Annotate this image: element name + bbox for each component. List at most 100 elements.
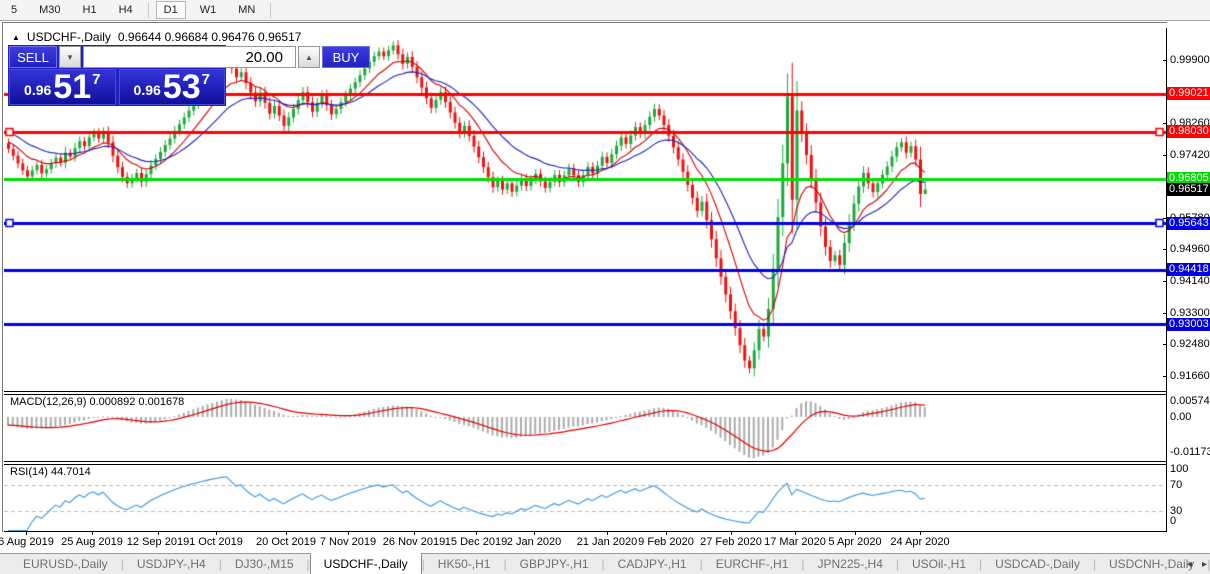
date-tick — [795, 532, 796, 535]
date-label: 21 Jan 2020 — [577, 536, 638, 548]
timeframe-button-d1[interactable]: D1 — [156, 1, 186, 19]
price-tick — [1163, 60, 1167, 61]
date-tick — [26, 532, 27, 535]
price-tick — [1163, 281, 1167, 282]
date-tick — [607, 532, 608, 535]
date-label: 26 Nov 2019 — [383, 536, 445, 548]
date-tick — [731, 532, 732, 535]
date-label: 2 Jan 2020 — [507, 536, 561, 548]
date-label: 7 Nov 2019 — [320, 536, 376, 548]
date-tick — [414, 532, 415, 535]
date-tick — [286, 532, 287, 535]
sell-price-prefix: 0.96 — [24, 82, 51, 98]
date-label: 25 Aug 2019 — [61, 536, 123, 548]
price-tick-label: 0.91660 — [1170, 370, 1210, 382]
buy-price-prefix: 0.96 — [134, 82, 161, 98]
price-tick — [1163, 155, 1167, 156]
tab-usdjpy-h4[interactable]: USDJPY-,H4 — [124, 554, 219, 574]
volume-input[interactable] — [83, 46, 296, 68]
tab-cadjpy-h1[interactable]: CADJPY-,H1 — [605, 554, 700, 574]
macd-panel-divider[interactable] — [4, 391, 1166, 395]
price-tick — [1163, 376, 1167, 377]
application-window: 5 M30 H1 H4 D1 W1 MN ▲ USDCHF-,Daily 0.96644 0… — [0, 0, 1210, 574]
chart-tab-bar: EURUSD-,Daily|USDJPY-,H4|DJ30-,M15|USDCH… — [0, 553, 1210, 574]
date-label: 5 Apr 2020 — [828, 536, 881, 548]
timeframe-button-h4[interactable]: H4 — [111, 1, 141, 19]
indicator-axis-label: 70 — [1170, 479, 1182, 491]
tab-usdchf-daily[interactable]: USDCHF-,Daily — [310, 553, 422, 574]
price-badge: 0.94418 — [1167, 263, 1210, 276]
toolbar-separator — [148, 3, 149, 18]
date-label: 24 Apr 2020 — [890, 536, 949, 548]
tab-hk50-h1[interactable]: HK50-,H1 — [425, 554, 504, 574]
sell-price-main: 51 — [53, 72, 91, 102]
date-axis: 6 Aug 2019 25 Aug 2019 12 Sep 20191 Oct 20… — [0, 532, 1210, 553]
tab-scroll-right-icon[interactable]: ▸ — [1202, 559, 1207, 570]
price-badge: 0.95643 — [1167, 217, 1210, 230]
date-tick — [920, 532, 921, 535]
timeframe-button-w1[interactable]: W1 — [192, 1, 225, 19]
date-label: 15 Dec 2019 — [445, 536, 507, 548]
chart-header: ▲ USDCHF-,Daily 0.96644 0.96684 0.96476 … — [12, 30, 301, 44]
timeframe-button-m30[interactable]: M30 — [31, 1, 68, 19]
date-label: 27 Feb 2020 — [700, 536, 762, 548]
tab-eurusd-daily[interactable]: EURUSD-,Daily — [10, 554, 121, 574]
indicator-axis-label: -0.011738 — [1170, 446, 1210, 458]
date-tick — [666, 532, 667, 535]
tab-eurchf-h1[interactable]: EURCHF-,H1 — [703, 554, 802, 574]
price-badge: 0.98030 — [1167, 125, 1210, 138]
timeframe-toolbar: 5 M30 H1 H4 D1 W1 MN — [0, 0, 1210, 21]
date-tick — [348, 532, 349, 535]
price-badge: 0.93003 — [1167, 318, 1210, 331]
tab-scroll-controls: ◂▸ — [1187, 554, 1207, 574]
date-tick — [158, 532, 159, 535]
tab-usdcad-daily[interactable]: USDCAD-,Daily — [982, 554, 1093, 574]
indicator-axis-label: 0.005744 — [1170, 395, 1210, 407]
date-tick — [92, 532, 93, 535]
sell-price-pip: 7 — [92, 71, 100, 88]
chart-ohlc-values: 0.96644 0.96684 0.96476 0.96517 — [118, 30, 302, 44]
buy-button[interactable]: BUY — [322, 46, 370, 68]
indicator-axis-label: 100 — [1170, 463, 1188, 475]
price-axis: 0.999000.982600.974200.957800.949600.941… — [1167, 22, 1210, 553]
tab-jpn225-h4[interactable]: JPN225-,H4 — [805, 554, 896, 574]
price-badge: 0.99021 — [1167, 87, 1210, 100]
price-tick-label: 0.94960 — [1170, 243, 1210, 255]
price-tick-label: 0.92480 — [1170, 338, 1210, 350]
indicator-axis-label: 0.00 — [1170, 411, 1191, 423]
date-label: 9 Feb 2020 — [638, 536, 694, 548]
macd-label: MACD(12,26,9) 0.000892 0.001678 — [10, 396, 184, 408]
collapse-arrow-icon[interactable]: ▲ — [12, 33, 20, 42]
sell-price-box[interactable]: 0.96 51 7 — [9, 69, 116, 105]
date-tick — [476, 532, 477, 535]
buy-price-pip: 7 — [202, 71, 210, 88]
volume-increase-button[interactable]: ▲ — [298, 46, 320, 68]
date-tick — [534, 532, 535, 535]
timeframe-button-mn[interactable]: MN — [230, 1, 263, 19]
timeframe-button-5[interactable]: 5 — [3, 1, 25, 19]
price-tick — [1163, 313, 1167, 314]
buy-price-box[interactable]: 0.96 53 7 — [119, 69, 226, 105]
date-tick — [216, 532, 217, 535]
sell-button[interactable]: SELL — [9, 46, 57, 68]
date-tick — [855, 532, 856, 535]
rsi-label: RSI(14) 44.7014 — [10, 466, 91, 478]
price-tick-label: 0.97420 — [1170, 149, 1210, 161]
price-tick — [1163, 249, 1167, 250]
tab-gbpjpy-h1[interactable]: GBPJPY-,H1 — [507, 554, 602, 574]
volume-decrease-button[interactable]: ▼ — [59, 46, 81, 68]
chart-symbol-label: USDCHF-,Daily — [27, 30, 111, 44]
timeframe-button-h1[interactable]: H1 — [75, 1, 105, 19]
indicator-axis-label: 0 — [1170, 515, 1176, 527]
tab-scroll-left-icon[interactable]: ◂ — [1187, 559, 1192, 570]
date-label: 20 Oct 2019 — [256, 536, 316, 548]
tab-dj30-m15[interactable]: DJ30-,M15 — [222, 554, 307, 574]
date-label: 17 Mar 2020 — [764, 536, 826, 548]
rsi-panel-divider[interactable] — [4, 461, 1166, 465]
date-label: 1 Oct 2019 — [189, 536, 243, 548]
date-label: 6 Aug 2019 — [0, 536, 54, 548]
price-tick-label: 0.99900 — [1170, 54, 1210, 66]
tab-usoil-h1[interactable]: USOil-,H1 — [899, 554, 979, 574]
date-label: 12 Sep 2019 — [127, 536, 189, 548]
price-tick — [1163, 344, 1167, 345]
